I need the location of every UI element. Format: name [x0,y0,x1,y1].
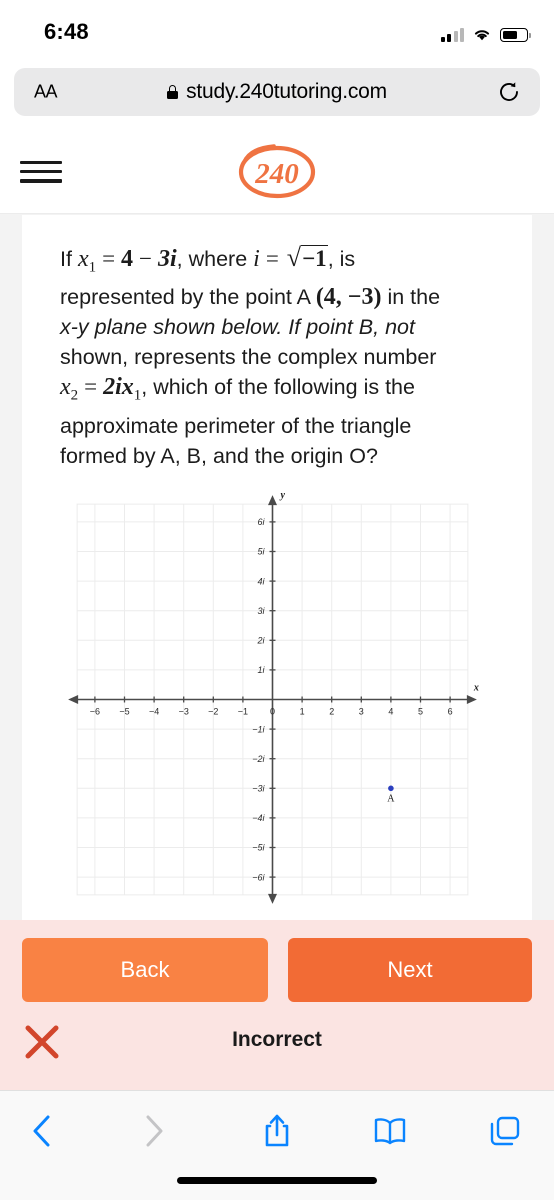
q-value-3i: 3i [158,246,177,272]
status-indicators [440,22,531,42]
x-tick-label: −4 [149,707,159,717]
lock-icon [167,85,179,99]
q-minus: − [139,246,153,271]
x-tick-label: 6 [448,707,453,717]
phone-screen: 6:48 AA study.240tutoring.com 240 If x1 … [0,0,554,1200]
y-axis-label: y [280,493,286,501]
q-equals: = [102,246,116,271]
x-tick-label: 4 [388,707,393,717]
question-card: If x1 = 4 − 3i, where i = √−1, is repres… [22,215,532,920]
result-status-text: Incorrect [232,1028,322,1051]
share-icon[interactable] [253,1107,301,1155]
x-tick-label: 1 [300,707,305,717]
browser-url-bar-container: AA study.240tutoring.com [0,66,554,124]
site-header: 240 [0,130,554,214]
logo-text: 240 [254,158,299,190]
text-size-label: AA [34,81,58,102]
data-point-label-a: A [387,793,395,804]
url-bar[interactable]: AA study.240tutoring.com [14,68,540,116]
q-sub-1: 1 [88,259,97,276]
status-bar: 6:48 [0,0,554,62]
x-tick-label: 5 [418,707,423,717]
data-point-a [388,785,394,792]
q-equals-2: = [265,246,279,271]
x-tick-label: −3 [179,707,189,717]
y-tick-label: 6i [257,517,265,527]
q-var-i: i [253,246,260,272]
q-line3: x-y plane shown below. If point B, not [60,315,415,340]
x-tick-label: −2 [208,707,218,717]
q-value-4: 4 [121,246,134,272]
y-tick-label: −6i [252,872,265,882]
back-button[interactable]: Back [22,938,268,1002]
chevron-right-icon [130,1107,178,1155]
q-line1-end: , is [327,247,356,271]
x-tick-label: 2 [329,707,334,717]
tabs-icon[interactable] [481,1107,529,1155]
reload-icon[interactable] [498,81,520,103]
safari-toolbar [0,1090,554,1200]
y-tick-label: 5i [257,547,265,557]
y-tick-label: −3i [252,784,265,794]
y-tick-label: −4i [252,813,265,823]
q-var-x2: x [60,374,71,401]
y-tick-label: 2i [256,636,265,646]
240-tutoring-logo[interactable]: 240 [235,142,319,202]
q-line6: approximate perimeter of the triangle [60,413,412,438]
q-var-x1: x [77,246,89,272]
result-row: Incorrect [0,1022,554,1072]
q-equals-3: = [84,374,98,400]
x-tick-label: −5 [119,707,129,717]
q-line2: represented by the point A [60,285,310,310]
q-sqrt-radicand: −1 [301,245,328,271]
next-button[interactable]: Next [288,938,532,1002]
q-where: , where [176,247,248,271]
y-tick-label: 3i [257,606,265,616]
url-display[interactable]: study.240tutoring.com [14,80,540,104]
y-tick-label: 1i [257,665,265,675]
battery-icon [500,28,531,42]
home-indicator [177,1177,377,1184]
x-axis-label: x [473,683,479,694]
hamburger-menu-icon[interactable] [20,159,62,185]
chevron-left-icon[interactable] [18,1107,66,1155]
q-line2-end: in the [387,285,441,310]
answer-feedback-bar: Back Next Incorrect [0,920,554,1090]
q-expr: 2ix [103,374,134,401]
q-sqrt: √−1 [286,243,328,272]
y-tick-label: −2i [252,754,265,764]
wifi-icon [472,27,492,42]
navigation-buttons: Back Next [0,938,554,1004]
x-tick-label: 0 [270,707,275,717]
q-line7: formed by A, B, and the origin O? [60,443,378,468]
y-tick-label: −5i [252,843,265,853]
book-icon[interactable] [366,1107,414,1155]
q-sub-2: 2 [70,387,79,404]
q-line5-end: , which of the following is the [141,375,415,400]
x-tick-label: −6 [90,707,100,717]
q-line4: shown, represents the complex number [60,345,437,370]
question-text: If x1 = 4 − 3i, where i = √−1, is repres… [60,243,500,471]
q-if: If [60,247,72,271]
q-point-a: (4, −3) [315,284,382,311]
url-text: study.240tutoring.com [186,80,387,103]
x-tick-label: −1 [238,707,248,717]
text-size-button[interactable]: AA [34,81,58,103]
status-time: 6:48 [44,19,89,44]
x-tick-label: 3 [359,707,364,717]
coordinate-plane-svg: x y −6 −5 −4 −3 −2 −1 0 1 2 3 4 5 6 6i 5i 4i 3i 2i 1i −1i −2i −… [68,493,479,904]
y-tick-label: 4i [257,576,265,586]
cellular-signal-icon [440,27,464,42]
y-tick-label: −1i [252,724,265,734]
complex-plane-graph: x y −6 −5 −4 −3 −2 −1 0 1 2 3 4 5 6 6i 5i 4i 3i 2i 1i −1i −2i −… [66,493,481,908]
